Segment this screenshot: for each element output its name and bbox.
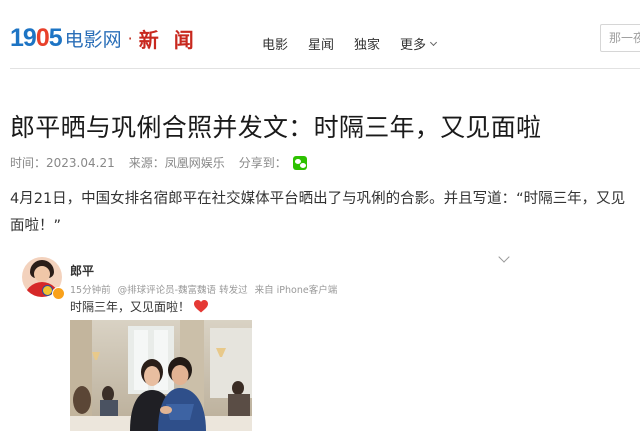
nav-more-label: 更多 <box>400 38 427 53</box>
chevron-down-icon <box>430 38 438 46</box>
article-title: 郎平晒与巩俐合照并发文：时隔三年，又见面啦 <box>10 113 542 142</box>
header-divider <box>10 68 640 69</box>
article-source: 来源：凤凰网娱乐 <box>128 156 225 170</box>
logo-separator: · <box>127 28 133 48</box>
verified-badge-icon <box>52 287 65 300</box>
logo-section-name: 新 闻 <box>138 27 198 52</box>
post-time: 15分钟前 <box>70 285 111 296</box>
share-label: 分享到： <box>238 156 287 170</box>
article-meta: 时间：2023.04.21 来源：凤凰网娱乐 分享到： <box>10 154 307 171</box>
post-photo[interactable] <box>70 320 252 431</box>
search-input[interactable] <box>600 24 640 52</box>
nav-item-stars[interactable]: 星闻 <box>308 34 334 53</box>
logo-site-name: 电影网 <box>64 28 122 51</box>
article-paragraph: 4月21日，中国女排名宿郎平在社交媒体平台晒出了与巩俐的合影。并且写道：“时隔三… <box>10 191 626 234</box>
nav-item-more[interactable]: 更多 <box>400 34 438 53</box>
post-username[interactable]: 郎平 <box>70 262 94 279</box>
site-logo[interactable]: 1905 电影网 · 新 闻 <box>10 24 198 52</box>
post-text-content: 时隔三年，又见面啦！ <box>70 300 191 314</box>
publish-time: 时间：2023.04.21 <box>10 156 115 170</box>
embedded-weibo-post: 郎平 15分钟前 @排球评论员-魏富魏语 转发过 来自 iPhone客户端 时隔… <box>20 251 520 431</box>
post-via: @排球评论员-魏富魏语 转发过 <box>117 285 248 296</box>
post-expand-chevron-icon[interactable] <box>498 251 510 263</box>
nav-item-movies[interactable]: 电影 <box>262 34 288 53</box>
main-nav: 电影 星闻 独家 更多 <box>262 34 456 53</box>
post-device: 来自 iPhone客户端 <box>254 285 338 296</box>
nav-item-exclusive[interactable]: 独家 <box>354 34 380 53</box>
wechat-share-icon[interactable] <box>292 155 307 170</box>
logo-number: 1905 <box>10 23 63 52</box>
post-text: 时隔三年，又见面啦！ <box>70 298 209 315</box>
heart-icon <box>194 300 209 313</box>
site-header: 1905 电影网 · 新 闻 电影 星闻 独家 更多 <box>0 0 640 68</box>
post-meta: 15分钟前 @排球评论员-魏富魏语 转发过 来自 iPhone客户端 <box>70 282 341 296</box>
